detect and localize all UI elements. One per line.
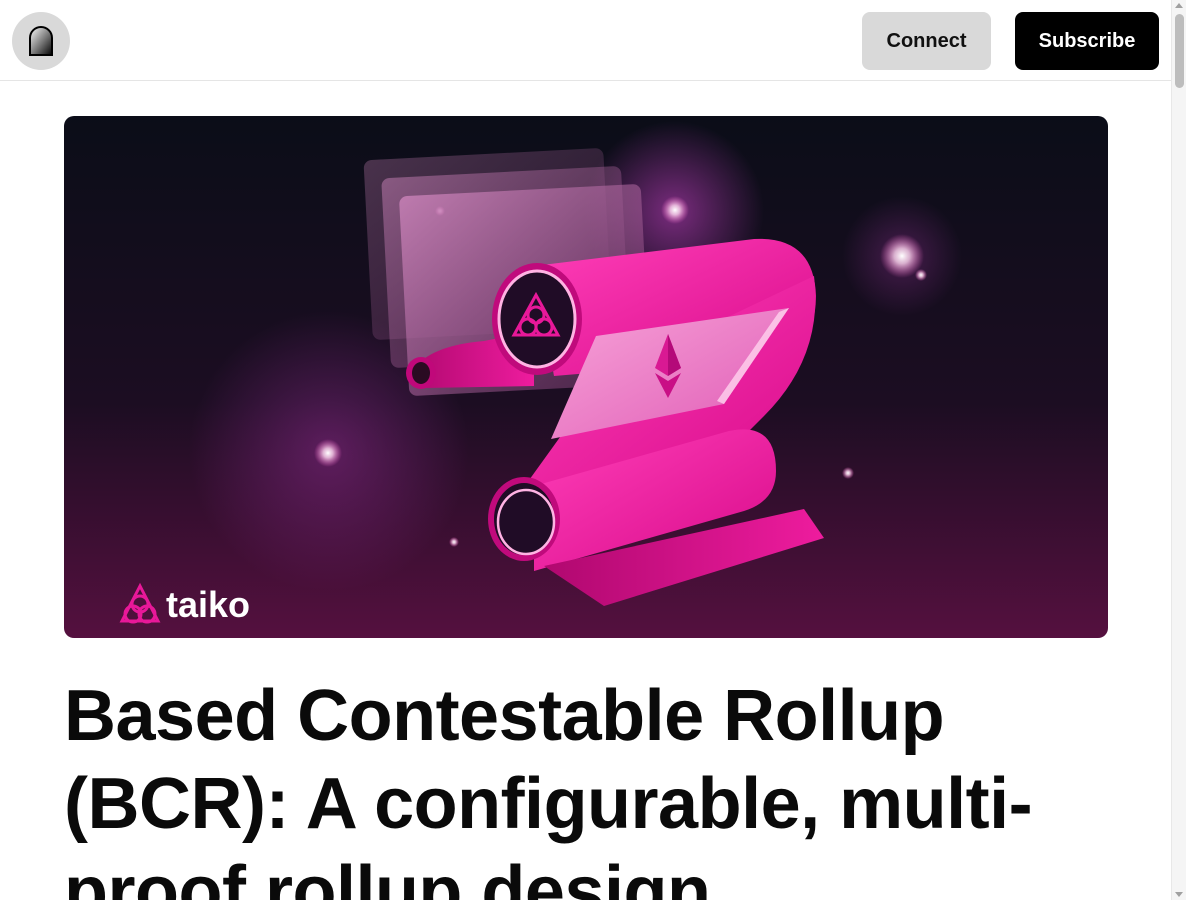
- hero-image: taiko: [64, 116, 1108, 638]
- hero-illustration: taiko: [64, 116, 1108, 638]
- article-title: Based Contestable Rollup (BCR): A config…: [64, 676, 1033, 900]
- connect-button[interactable]: Connect: [862, 12, 991, 70]
- vertical-scrollbar[interactable]: [1171, 0, 1186, 900]
- home-logo[interactable]: [12, 12, 70, 70]
- taiko-brand-text: taiko: [166, 584, 250, 625]
- page: Connect Subscribe taiko Based Contestabl…: [0, 0, 1171, 900]
- subscribe-button[interactable]: Subscribe: [1015, 12, 1159, 70]
- scroll-up-icon[interactable]: [1175, 3, 1183, 8]
- scroll-down-icon[interactable]: [1175, 892, 1183, 897]
- arch-door-icon: [29, 26, 53, 56]
- top-bar: Connect Subscribe: [0, 0, 1171, 81]
- scroll-thumb[interactable]: [1175, 14, 1184, 88]
